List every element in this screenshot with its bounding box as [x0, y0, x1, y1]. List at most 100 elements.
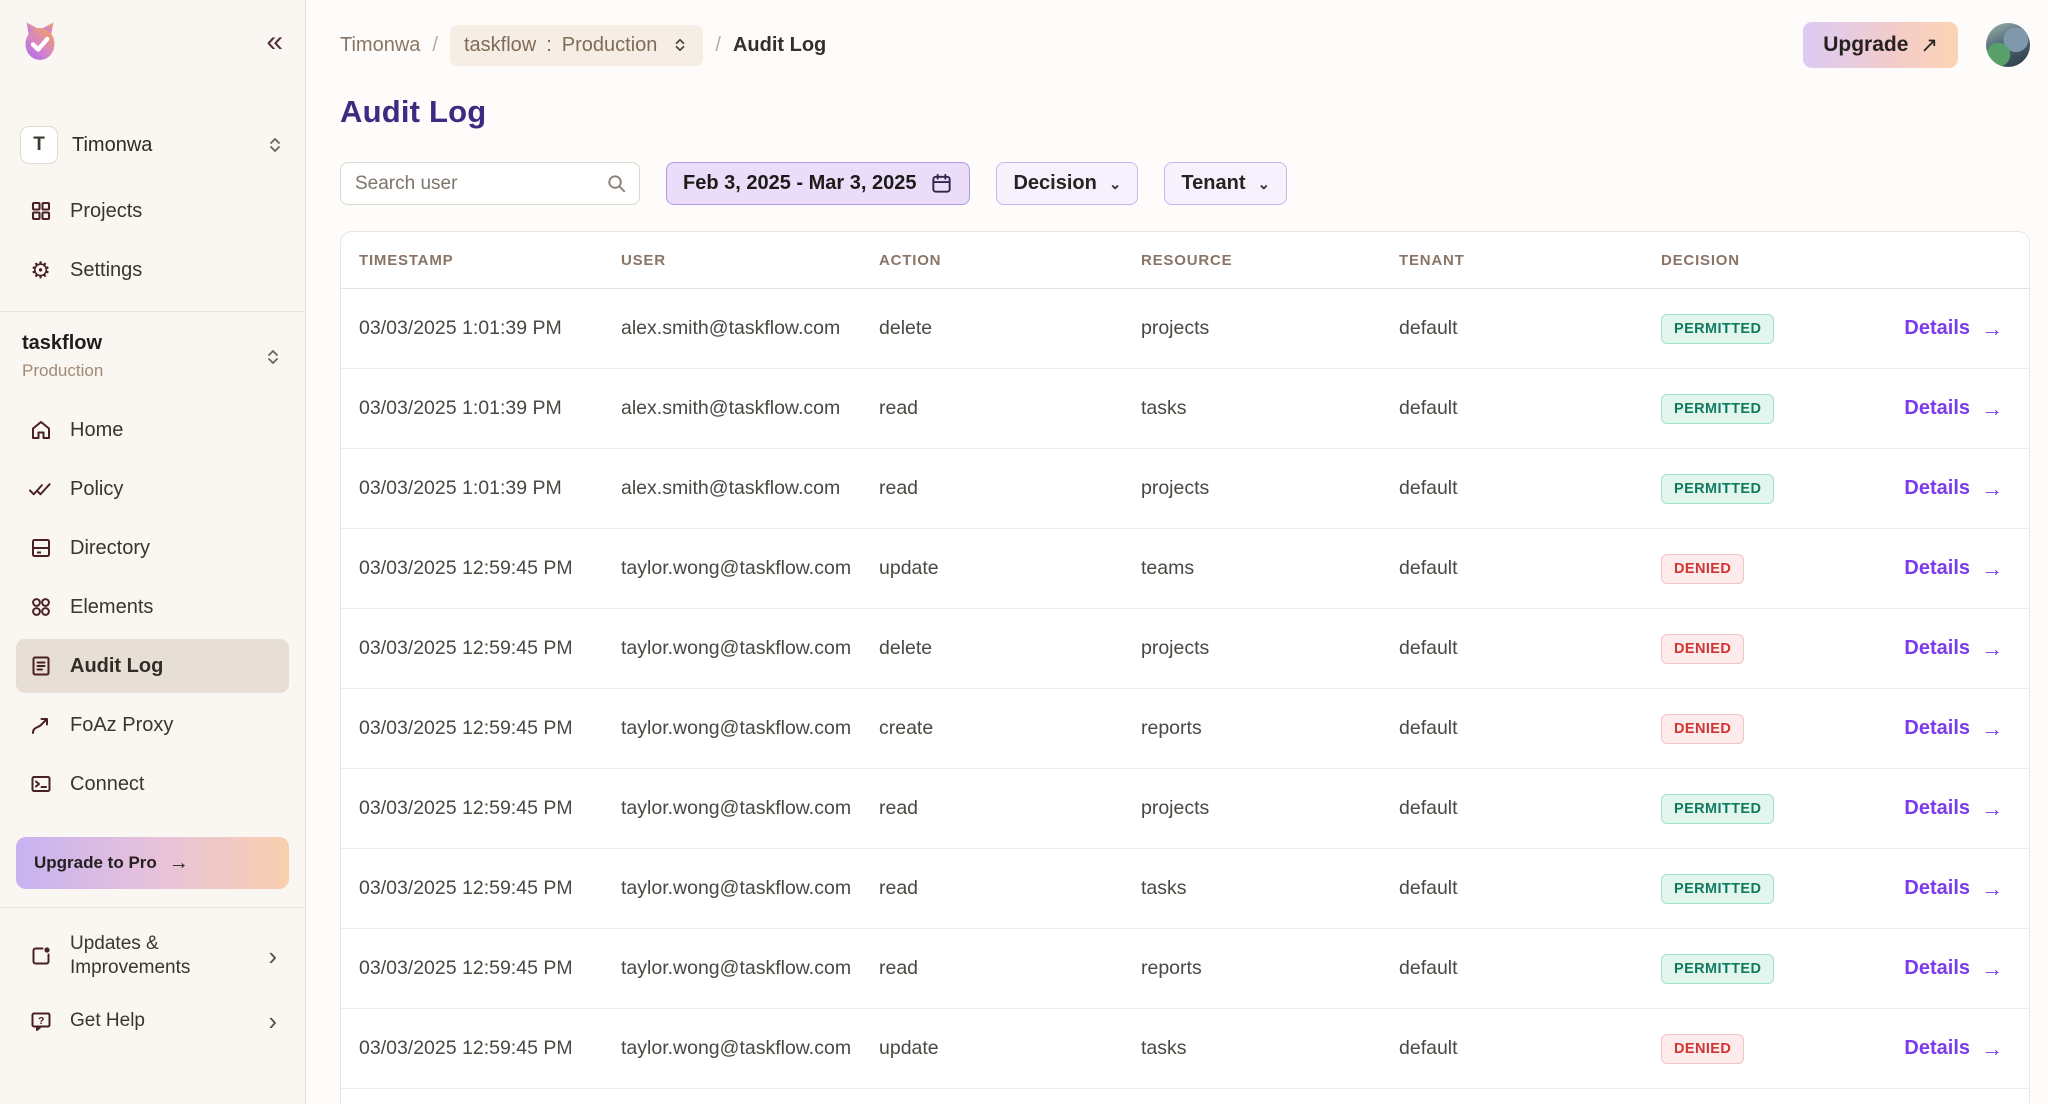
- sidebar-item-settings[interactable]: ⚙ Settings: [16, 243, 289, 297]
- breadcrumb-separator: /: [432, 34, 438, 57]
- user-avatar[interactable]: [1986, 23, 2030, 67]
- decision-badge: PERMITTED: [1661, 874, 1774, 904]
- cell-user: taylor.wong@taskflow.com: [621, 877, 879, 900]
- cell-action: create: [879, 717, 1141, 740]
- cell-tenant: default: [1399, 477, 1661, 500]
- cell-action: update: [879, 557, 1141, 580]
- sidebar-item-label: Settings: [70, 259, 142, 282]
- table-row: 03/03/2025 1:01:39 PM alex.smith@taskflo…: [341, 369, 2029, 449]
- chevron-down-icon: ⌄: [1109, 175, 1122, 193]
- svg-text:?: ?: [38, 1014, 44, 1026]
- table-row: 03/03/2025 12:59:45 PM taylor.wong@taskf…: [341, 689, 2029, 769]
- sidebar-item-label: Get Help: [70, 1009, 145, 1033]
- cell-action: delete: [879, 637, 1141, 660]
- cell-action: delete: [879, 317, 1141, 340]
- upgrade-to-pro-button[interactable]: Upgrade to Pro →: [16, 837, 289, 889]
- sidebar-item-foaz-proxy[interactable]: FoAz Proxy: [16, 698, 289, 752]
- cell-action: read: [879, 797, 1141, 820]
- arrow-right-icon: →: [1981, 556, 2003, 582]
- table-row-partial: [341, 1089, 2029, 1104]
- chevron-up-down-icon: [671, 34, 689, 56]
- table-row: 03/03/2025 12:59:45 PM taylor.wong@taskf…: [341, 1009, 2029, 1089]
- sidebar-item-connect[interactable]: Connect: [16, 757, 289, 811]
- cell-user: taylor.wong@taskflow.com: [621, 1037, 879, 1060]
- cell-user: alex.smith@taskflow.com: [621, 477, 879, 500]
- sidebar-item-get-help[interactable]: ? Get Help ›: [16, 998, 289, 1044]
- chevron-up-down-icon[interactable]: [265, 133, 285, 157]
- decision-filter-button[interactable]: Decision ⌄: [996, 162, 1138, 205]
- arrow-right-icon: →: [1981, 716, 2003, 742]
- details-link[interactable]: Details→: [1904, 876, 2003, 902]
- page-title: Audit Log: [340, 94, 2030, 130]
- sidebar-item-elements[interactable]: Elements: [16, 580, 289, 634]
- cell-user: alex.smith@taskflow.com: [621, 397, 879, 420]
- table-row: 03/03/2025 12:59:45 PM taylor.wong@taskf…: [341, 929, 2029, 1009]
- double-check-icon: [28, 477, 53, 501]
- sidebar-item-policy[interactable]: Policy: [16, 462, 289, 516]
- home-icon: [28, 418, 53, 442]
- sidebar-item-home[interactable]: Home: [16, 403, 289, 457]
- project-environment: Production: [22, 361, 103, 381]
- cell-action: update: [879, 1037, 1141, 1060]
- calendar-icon: [930, 172, 953, 195]
- sidebar-item-label: Updates & Improvements: [70, 932, 220, 980]
- details-link[interactable]: Details→: [1904, 716, 2003, 742]
- sidebar-item-directory[interactable]: Directory: [16, 521, 289, 575]
- upgrade-button[interactable]: Upgrade ↗: [1803, 22, 1958, 68]
- cell-action: read: [879, 877, 1141, 900]
- cell-resource: teams: [1141, 557, 1399, 580]
- date-range-button[interactable]: Feb 3, 2025 - Mar 3, 2025: [666, 162, 970, 205]
- main-content: Timonwa / taskflow : Production / Audit …: [306, 0, 2048, 1104]
- chevron-up-down-icon[interactable]: [263, 345, 283, 369]
- details-link[interactable]: Details→: [1904, 636, 2003, 662]
- sidebar-item-label: Elements: [70, 596, 153, 619]
- decision-badge: DENIED: [1661, 554, 1744, 584]
- cell-action: read: [879, 397, 1141, 420]
- details-link[interactable]: Details→: [1904, 556, 2003, 582]
- workspace-selector[interactable]: T Timonwa: [16, 122, 289, 168]
- arrow-right-icon: →: [169, 852, 189, 875]
- sidebar-item-label: Projects: [70, 200, 142, 223]
- sidebar-item-updates[interactable]: Updates & Improvements ›: [16, 922, 289, 990]
- cell-tenant: default: [1399, 877, 1661, 900]
- sidebar-item-audit-log[interactable]: Audit Log: [16, 639, 289, 693]
- sidebar-nav-footer: Updates & Improvements › ? Get Help ›: [16, 922, 289, 1044]
- sidebar-item-label: Directory: [70, 537, 150, 560]
- curved-arrow-icon: [28, 713, 53, 737]
- decision-filter-label: Decision: [1013, 172, 1096, 195]
- decision-badge: DENIED: [1661, 634, 1744, 664]
- breadcrumb-workspace[interactable]: Timonwa: [340, 34, 420, 57]
- details-link[interactable]: Details→: [1904, 1036, 2003, 1062]
- cell-timestamp: 03/03/2025 12:59:45 PM: [359, 557, 621, 580]
- tenant-filter-button[interactable]: Tenant ⌄: [1164, 162, 1287, 205]
- cell-user: taylor.wong@taskflow.com: [621, 637, 879, 660]
- sidebar-divider: [0, 311, 305, 312]
- project-selector[interactable]: taskflow Production: [16, 332, 289, 381]
- search-input[interactable]: [340, 162, 640, 205]
- details-link[interactable]: Details→: [1904, 956, 2003, 982]
- breadcrumb-separator: /: [715, 34, 721, 57]
- collapse-sidebar-icon[interactable]: «: [258, 23, 289, 61]
- cell-tenant: default: [1399, 957, 1661, 980]
- cell-timestamp: 03/03/2025 12:59:45 PM: [359, 877, 621, 900]
- table-header-row: TIMESTAMP USER ACTION RESOURCE TENANT DE…: [341, 232, 2029, 289]
- cell-resource: tasks: [1141, 397, 1399, 420]
- cell-timestamp: 03/03/2025 1:01:39 PM: [359, 317, 621, 340]
- chevron-right-icon: ›: [268, 1008, 277, 1034]
- sidebar-item-projects[interactable]: Projects: [16, 184, 289, 238]
- decision-badge: DENIED: [1661, 1034, 1744, 1064]
- sidebar-item-label: Policy: [70, 478, 123, 501]
- cell-resource: projects: [1141, 317, 1399, 340]
- sidebar-nav-main: Home Policy Directory Elements Audit Log: [16, 403, 289, 811]
- filters-bar: Feb 3, 2025 - Mar 3, 2025 Decision ⌄ Ten…: [340, 162, 2030, 205]
- details-link[interactable]: Details→: [1904, 476, 2003, 502]
- permit-cat-logo-icon: [16, 18, 64, 66]
- arrow-right-icon: →: [1981, 396, 2003, 422]
- breadcrumb-project-pill[interactable]: taskflow : Production: [450, 25, 703, 66]
- details-link[interactable]: Details→: [1904, 396, 2003, 422]
- breadcrumb: Timonwa / taskflow : Production / Audit …: [340, 25, 826, 66]
- details-link[interactable]: Details→: [1904, 796, 2003, 822]
- column-header-action: ACTION: [879, 252, 1141, 269]
- cell-timestamp: 03/03/2025 12:59:45 PM: [359, 637, 621, 660]
- details-link[interactable]: Details→: [1904, 316, 2003, 342]
